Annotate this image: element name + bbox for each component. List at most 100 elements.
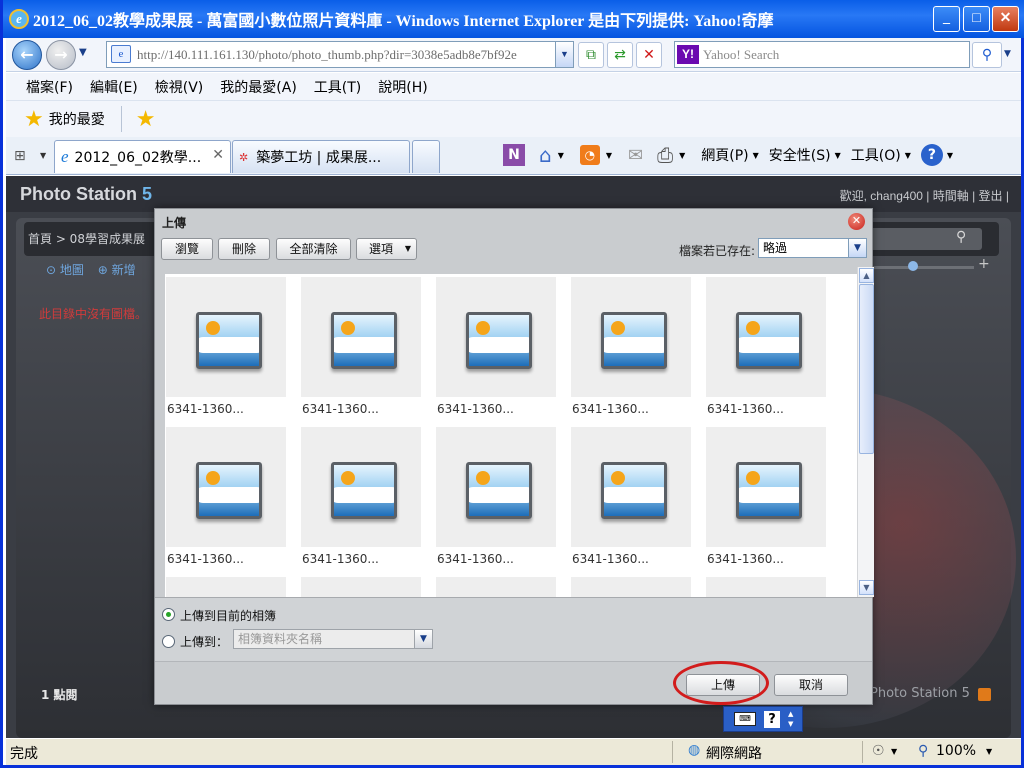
upload-to-radio[interactable]: [162, 635, 175, 648]
menu-file[interactable]: 檔案(F): [26, 77, 73, 97]
album-search-icon[interactable]: ⚲: [956, 229, 966, 245]
history-dropdown-icon[interactable]: ▼: [79, 47, 87, 58]
thumbnail-item[interactable]: 6341-1360...: [706, 277, 826, 427]
input-method-bar[interactable]: ⌨ ? ▲ ▼: [723, 706, 803, 732]
thumbnail-item[interactable]: 6341-1360...: [301, 427, 421, 577]
thumbnail-item-partial[interactable]: [436, 577, 556, 597]
file-exists-select[interactable]: 略過 ▼: [758, 238, 867, 258]
scroll-thumb[interactable]: [859, 284, 874, 454]
favorites-star-icon[interactable]: ★: [24, 107, 44, 132]
thumbnail-item[interactable]: 6341-1360...: [301, 277, 421, 427]
quick-tabs-icon[interactable]: ⊞: [14, 148, 26, 164]
cancel-button[interactable]: 取消: [774, 674, 848, 696]
thumbnail-item[interactable]: 6341-1360...: [571, 427, 691, 577]
home-dropdown-icon[interactable]: ▼: [558, 151, 564, 160]
back-button[interactable]: ←: [12, 40, 42, 70]
browser-window: e 2012_06_02教學成果展 - 萬富國小數位照片資料庫 - Window…: [0, 0, 1024, 768]
delete-button[interactable]: 刪除: [218, 238, 270, 260]
breadcrumb[interactable]: 首頁 > 08學習成果展: [28, 230, 145, 247]
photostation-logo[interactable]: Photo Station 5: [20, 184, 152, 205]
thumbnail-item-partial[interactable]: [166, 577, 286, 597]
protected-mode-icon[interactable]: ☉: [872, 743, 885, 759]
print-icon[interactable]: ⎙: [657, 143, 673, 167]
upload-to-label[interactable]: 上傳到：: [180, 633, 228, 650]
stop-icon[interactable]: ✕: [636, 42, 662, 68]
thumbnail-caption: 6341-1360...: [707, 402, 784, 416]
grid-scrollbar[interactable]: ▲ ▼: [857, 267, 874, 597]
tab-active[interactable]: e 2012_06_02教學... ✕: [54, 140, 231, 173]
options-button[interactable]: 選項 ▼: [356, 238, 417, 260]
map-link[interactable]: 地圖: [60, 263, 84, 277]
dialog-close-icon[interactable]: ✕: [848, 213, 865, 230]
file-exists-dropdown-icon[interactable]: ▼: [848, 239, 866, 257]
user-links[interactable]: 歡迎, chang400 | 時間軸 | 登出 |: [840, 187, 1009, 204]
thumbnail-item-partial[interactable]: [301, 577, 421, 597]
search-box[interactable]: Y! Yahoo! Search: [674, 41, 970, 68]
home-icon[interactable]: ⌂: [539, 143, 552, 167]
menu-edit[interactable]: 編輯(E): [90, 77, 138, 97]
help-dropdown-icon[interactable]: ▼: [947, 151, 953, 160]
upload-current-radio[interactable]: [162, 608, 175, 621]
footer-rss-icon[interactable]: [978, 688, 991, 701]
zoom-slider-handle[interactable]: [908, 261, 918, 271]
address-dropdown-icon[interactable]: ▼: [555, 42, 573, 67]
search-icon[interactable]: ⚲: [972, 42, 1002, 68]
add-favorite-icon[interactable]: ★: [136, 107, 156, 132]
menu-favorites[interactable]: 我的最愛(A): [220, 77, 297, 97]
album-folder-select[interactable]: 相簿資料夾名稱 ▼: [233, 629, 433, 649]
compatibility-icon[interactable]: ⧉: [578, 42, 604, 68]
thumbnail-item-partial[interactable]: [571, 577, 691, 597]
page-menu[interactable]: 網頁(P): [701, 145, 748, 165]
menu-tools[interactable]: 工具(T): [314, 77, 361, 97]
keyboard-icon[interactable]: ⌨: [734, 712, 756, 726]
thumbnail-item-partial[interactable]: [706, 577, 826, 597]
menu-help[interactable]: 說明(H): [378, 77, 427, 97]
search-dropdown-icon[interactable]: ▼: [1004, 49, 1011, 59]
album-folder-dropdown-icon[interactable]: ▼: [414, 630, 432, 648]
browse-button[interactable]: 瀏覽: [161, 238, 213, 260]
thumbnail-item[interactable]: 6341-1360...: [166, 277, 286, 427]
zoom-dropdown-icon[interactable]: ▼: [986, 747, 992, 756]
safety-menu[interactable]: 安全性(S): [769, 145, 831, 165]
thumbnail-item[interactable]: 6341-1360...: [436, 277, 556, 427]
address-bar[interactable]: e http://140.111.161.130/photo/photo_thu…: [106, 41, 574, 68]
tools-menu[interactable]: 工具(O): [851, 145, 901, 165]
zoom-in-icon[interactable]: +: [978, 256, 990, 272]
feed-dropdown-icon[interactable]: ▼: [606, 151, 612, 160]
help-icon[interactable]: ?: [920, 144, 943, 166]
ie-logo-icon: e: [9, 9, 29, 29]
safety-dropdown-icon[interactable]: ▼: [835, 151, 841, 160]
tab-close-icon[interactable]: ✕: [212, 147, 224, 163]
favorites-label[interactable]: 我的最愛: [49, 109, 105, 129]
menu-view[interactable]: 檢視(V): [155, 77, 204, 97]
ime-scroll-icon[interactable]: ▲ ▼: [788, 709, 793, 729]
page-dropdown-icon[interactable]: ▼: [753, 151, 759, 160]
scroll-down-icon[interactable]: ▼: [859, 580, 874, 595]
onenote-icon[interactable]: N: [503, 144, 525, 166]
clear-all-button[interactable]: 全部清除: [276, 238, 351, 260]
zoom-level[interactable]: 100%: [936, 743, 976, 759]
tab-list-dropdown-icon[interactable]: ▼: [40, 151, 46, 160]
zoom-icon[interactable]: ⚲: [918, 743, 928, 759]
refresh-icon[interactable]: ⇄: [607, 42, 633, 68]
tools-dropdown-icon[interactable]: ▼: [905, 151, 911, 160]
forward-button[interactable]: →: [46, 40, 76, 70]
navigation-bar: ← → ▼ e http://140.111.161.130/photo/pho…: [6, 38, 1021, 72]
add-link[interactable]: 新增: [112, 263, 136, 277]
thumbnail-item[interactable]: 6341-1360...: [571, 277, 691, 427]
minimize-button[interactable]: _: [933, 6, 960, 32]
upload-current-label[interactable]: 上傳到目前的相簿: [180, 607, 276, 624]
tab-inactive[interactable]: ✲ 築夢工坊 | 成果展...: [232, 140, 410, 173]
ime-help-icon[interactable]: ?: [764, 711, 780, 728]
thumbnail-item[interactable]: 6341-1360...: [166, 427, 286, 577]
protected-dropdown-icon[interactable]: ▼: [891, 747, 897, 756]
new-tab-button[interactable]: [412, 140, 440, 173]
scroll-up-icon[interactable]: ▲: [859, 268, 874, 283]
mail-icon[interactable]: ✉: [628, 145, 643, 166]
thumbnail-item[interactable]: 6341-1360...: [706, 427, 826, 577]
rss-feed-icon[interactable]: ◔: [579, 145, 600, 165]
print-dropdown-icon[interactable]: ▼: [679, 151, 685, 160]
close-button[interactable]: ✕: [992, 6, 1019, 32]
thumbnail-item[interactable]: 6341-1360...: [436, 427, 556, 577]
maximize-button[interactable]: □: [963, 6, 990, 32]
